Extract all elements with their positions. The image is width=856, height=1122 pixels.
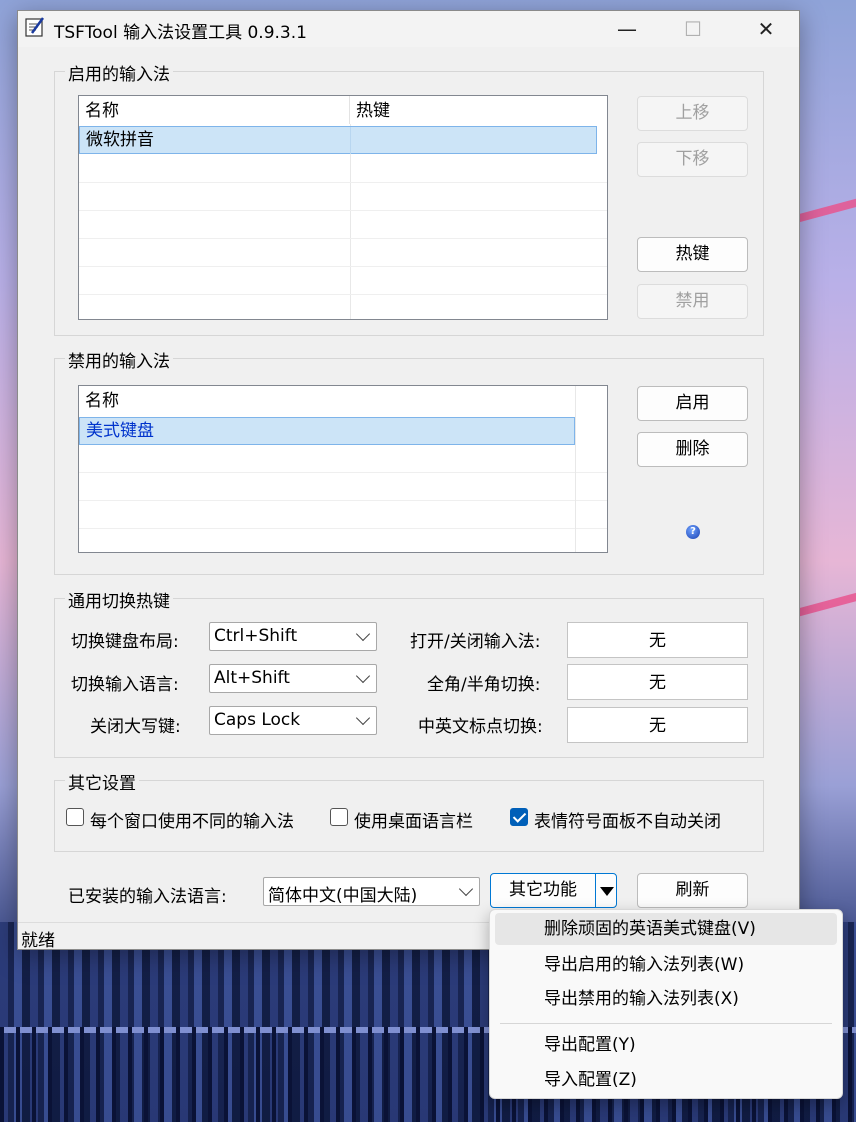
app-icon: [25, 17, 45, 37]
select-value: Caps Lock: [214, 710, 301, 730]
select-value: Ctrl+Shift: [214, 626, 298, 646]
maximize-button[interactable]: ☐: [661, 11, 725, 47]
caps-lock-select[interactable]: Caps Lock: [209, 706, 377, 735]
enable-button[interactable]: 启用: [637, 386, 748, 421]
row-divider: [79, 472, 607, 473]
punct-label: 中英文标点切换:: [418, 717, 543, 737]
close-button[interactable]: ✕: [734, 11, 798, 47]
per-window-label[interactable]: 每个窗口使用不同的输入法: [90, 807, 294, 832]
hotkey-button[interactable]: 热键: [637, 237, 748, 272]
move-down-button[interactable]: 下移: [637, 142, 748, 177]
dropdown-arrow-icon[interactable]: [595, 874, 617, 907]
row-divider: [79, 528, 607, 529]
switch-layout-label: 切换键盘布局:: [71, 632, 179, 652]
toggle-ime-label: 打开/关闭输入法:: [410, 632, 541, 652]
minimize-button[interactable]: —: [595, 11, 659, 47]
select-value: 简体中文(中国大陆): [268, 886, 418, 906]
column-header-name[interactable]: 名称: [79, 96, 350, 124]
menu-item-export-config[interactable]: 导出配置(Y): [495, 1029, 837, 1061]
cell-name: 微软拼音: [86, 130, 154, 150]
chevron-down-icon: [355, 626, 371, 642]
title-bar[interactable]: TSFTool 输入法设置工具 0.9.3.1 — ☐ ✕: [18, 11, 799, 47]
group-title: 禁用的输入法: [65, 347, 173, 372]
switch-language-select[interactable]: Alt+Shift: [209, 664, 377, 693]
table-row[interactable]: 微软拼音: [79, 126, 597, 154]
other-functions-menu: 删除顽固的英语美式键盘(V) 导出启用的输入法列表(W) 导出禁用的输入法列表(…: [489, 909, 843, 1099]
chevron-down-icon: [355, 668, 371, 684]
row-divider: [79, 500, 607, 501]
refresh-button[interactable]: 刷新: [637, 873, 748, 908]
row-divider: [79, 210, 607, 211]
list-header: 名称 热键: [79, 96, 607, 124]
status-text: 就绪: [21, 931, 55, 951]
menu-item-delete-us-keyboard[interactable]: 删除顽固的英语美式键盘(V): [495, 913, 837, 945]
switch-language-label: 切换输入语言:: [71, 675, 179, 695]
desktop-langbar-label[interactable]: 使用桌面语言栏: [354, 807, 473, 832]
caps-lock-label: 关闭大写键:: [90, 717, 181, 737]
menu-separator: [500, 1023, 832, 1024]
full-half-hotkey[interactable]: 无: [567, 664, 748, 700]
help-icon[interactable]: ?: [686, 525, 700, 539]
chevron-down-icon: [355, 710, 371, 726]
menu-item-export-enabled[interactable]: 导出启用的输入法列表(W): [495, 949, 837, 981]
group-title: 其它设置: [65, 769, 139, 794]
enabled-ime-list[interactable]: 名称 热键 微软拼音: [78, 95, 608, 320]
full-half-label: 全角/半角切换:: [427, 675, 541, 695]
row-divider: [79, 238, 607, 239]
table-row[interactable]: 美式键盘: [79, 417, 575, 445]
menu-item-import-config[interactable]: 导入配置(Z): [495, 1064, 837, 1096]
emoji-panel-checkbox[interactable]: [510, 808, 528, 826]
desktop-langbar-checkbox[interactable]: [330, 808, 348, 826]
row-divider: [79, 182, 607, 183]
cell-name: 美式键盘: [86, 421, 154, 441]
punct-hotkey[interactable]: 无: [567, 707, 748, 743]
column-divider: [575, 386, 576, 552]
other-functions-split-button[interactable]: 其它功能: [490, 873, 617, 908]
toggle-ime-hotkey[interactable]: 无: [567, 622, 748, 658]
delete-button[interactable]: 删除: [637, 432, 748, 467]
chevron-down-icon: [458, 881, 474, 897]
installed-lang-select[interactable]: 简体中文(中国大陆): [263, 877, 480, 906]
installed-lang-label: 已安装的输入法语言:: [68, 887, 227, 907]
list-header: 名称: [79, 386, 607, 414]
select-value: Alt+Shift: [214, 668, 290, 688]
group-title: 通用切换热键: [65, 587, 173, 612]
row-divider: [79, 294, 607, 295]
disabled-ime-list[interactable]: 名称 美式键盘: [78, 385, 608, 553]
menu-item-export-disabled[interactable]: 导出禁用的输入法列表(X): [495, 983, 837, 1015]
other-functions-button[interactable]: 其它功能: [491, 874, 595, 907]
column-header-name[interactable]: 名称: [79, 386, 575, 414]
cell-hotkey: [350, 127, 596, 154]
app-window: TSFTool 输入法设置工具 0.9.3.1 — ☐ ✕ 启用的输入法 名称 …: [17, 10, 800, 951]
per-window-checkbox[interactable]: [66, 808, 84, 826]
disable-button[interactable]: 禁用: [637, 284, 748, 319]
column-header-hotkey[interactable]: 热键: [350, 96, 597, 124]
row-divider: [79, 266, 607, 267]
window-title: TSFTool 输入法设置工具 0.9.3.1: [54, 23, 307, 43]
move-up-button[interactable]: 上移: [637, 96, 748, 131]
switch-layout-select[interactable]: Ctrl+Shift: [209, 622, 377, 651]
group-title: 启用的输入法: [65, 60, 173, 85]
emoji-panel-label[interactable]: 表情符号面板不自动关闭: [534, 807, 721, 832]
